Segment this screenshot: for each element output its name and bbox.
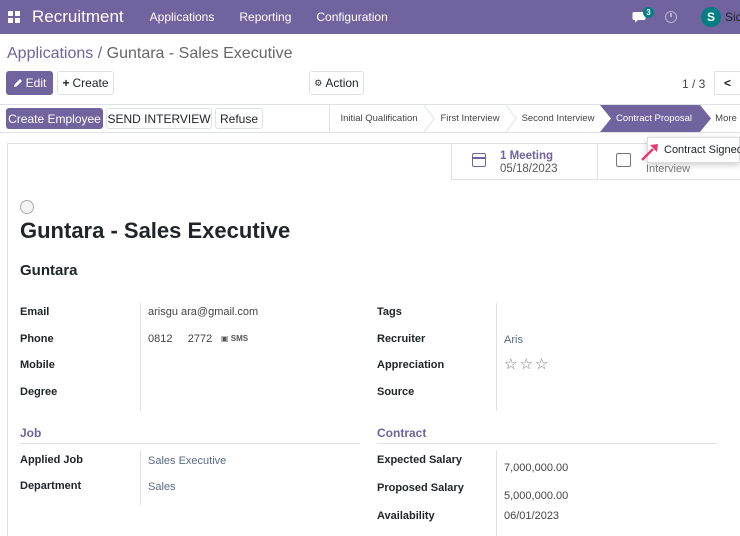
contract-section-title: Contract: [377, 426, 427, 440]
applicant-name: Guntara: [20, 262, 78, 279]
breadcrumb-parent[interactable]: Applications: [7, 45, 93, 62]
tags-label: Tags: [377, 306, 402, 318]
stage-more-dropdown[interactable]: More: [711, 105, 740, 132]
menu-reporting[interactable]: Reporting: [239, 10, 291, 24]
app-brand[interactable]: Recruitment: [32, 7, 124, 27]
stage-initial-qualification[interactable]: Initial Qualification: [330, 105, 428, 132]
send-interview-button[interactable]: SEND INTERVIEW: [106, 108, 212, 129]
action-button[interactable]: ⚙ Action: [309, 71, 364, 95]
menu-applications[interactable]: Applications: [150, 10, 215, 24]
phone-label: Phone: [20, 333, 54, 345]
stage-contract-proposal[interactable]: Contract Proposal: [608, 105, 700, 132]
action-label: Action: [325, 76, 359, 90]
sms-button[interactable]: ▣ SMS: [221, 334, 248, 343]
job-group-divider: [140, 450, 141, 505]
create-employee-button[interactable]: Create Employee: [6, 108, 103, 129]
contract-group-divider: [496, 450, 497, 536]
interview-label: Interview: [646, 163, 691, 175]
job-section-line: [20, 443, 360, 444]
recruiter-value[interactable]: Aris: [504, 334, 523, 346]
breadcrumb: Applications / Guntara - Sales Executive: [7, 45, 293, 63]
sms-label: SMS: [230, 334, 249, 343]
stage-label: More: [715, 113, 737, 124]
contract-section-line: [377, 443, 717, 444]
job-section-title: Job: [20, 426, 42, 440]
priority-radio[interactable]: [20, 200, 34, 214]
proposed-salary-label: Proposed Salary: [377, 482, 464, 494]
refuse-button[interactable]: Refuse: [215, 108, 263, 129]
mobile-icon: ▣: [221, 334, 231, 343]
pointer-arrow-icon: [641, 144, 658, 161]
breadcrumb-separator: /: [93, 45, 107, 62]
availability-value[interactable]: 06/01/2023: [504, 510, 559, 522]
menu-configuration[interactable]: Configuration: [316, 10, 387, 24]
activity-clock-icon[interactable]: [665, 11, 677, 23]
email-value[interactable]: arisgu ara@gmail.com: [148, 306, 258, 318]
refuse-label: Refuse: [219, 111, 259, 126]
phone-value[interactable]: 0812 2772: [148, 333, 212, 345]
meeting-count: 1 Meeting: [500, 150, 554, 162]
chevron-left-icon: <: [723, 76, 731, 90]
email-label: Email: [20, 306, 50, 318]
appreciation-label: Appreciation: [377, 359, 445, 371]
left-group-divider: [140, 303, 141, 411]
right-group-divider: [496, 303, 497, 411]
gear-icon: ⚙: [314, 77, 323, 88]
apps-menu-icon[interactable]: [8, 11, 20, 23]
mobile-label: Mobile: [20, 359, 55, 371]
pager-previous-button[interactable]: <: [714, 71, 740, 95]
recruiter-label: Recruiter: [377, 333, 426, 345]
meeting-date: 05/18/2023: [500, 163, 558, 175]
stage-label: First Interview: [440, 113, 500, 124]
user-avatar[interactable]: S: [701, 7, 721, 27]
department-value[interactable]: Sales: [148, 481, 176, 493]
user-name[interactable]: Sid: [725, 10, 740, 24]
top-navbar: Recruitment Applications Reporting Confi…: [0, 0, 740, 34]
stage-label: Initial Qualification: [340, 113, 418, 124]
department-label: Department: [20, 480, 82, 492]
application-title: Guntara - Sales Executive: [20, 218, 291, 243]
source-label: Source: [377, 386, 415, 398]
calendar-icon: [472, 153, 486, 167]
stage-first-interview[interactable]: First Interview: [430, 105, 510, 132]
degree-label: Degree: [20, 386, 58, 398]
pencil-icon: [13, 79, 22, 87]
create-button[interactable]: + Create: [57, 71, 114, 95]
create-label: Create: [72, 76, 109, 90]
form-sheet: 1 Meeting 05/18/2023 Interview: [7, 143, 740, 536]
stage-second-interview[interactable]: Second Interview: [514, 105, 602, 132]
applied-job-label: Applied Job: [20, 454, 83, 466]
availability-label: Availability: [377, 510, 435, 522]
proposed-salary-value[interactable]: 5,000,000.00: [504, 490, 568, 502]
expected-salary-label: Expected Salary: [377, 454, 462, 466]
chat-count-badge: 3: [643, 7, 654, 18]
breadcrumb-current: Guntara - Sales Executive: [106, 45, 293, 62]
stage-label: Contract Proposal: [615, 113, 693, 124]
edit-button[interactable]: Edit: [6, 71, 53, 95]
plus-icon: +: [62, 76, 70, 90]
meeting-smart-button[interactable]: 1 Meeting 05/18/2023: [451, 144, 598, 180]
survey-edit-icon: [616, 153, 631, 167]
send-interview-label: SEND INTERVIEW: [107, 111, 211, 126]
expected-salary-value[interactable]: 7,000,000.00: [504, 462, 568, 474]
applied-job-value[interactable]: Sales Executive: [148, 455, 226, 467]
create-employee-label: Create Employee: [8, 111, 101, 126]
edit-label: Edit: [25, 76, 47, 90]
stage-label: Second Interview: [521, 113, 595, 124]
pager-counter[interactable]: 1 / 3: [682, 77, 705, 91]
dropdown-item-contract-signed[interactable]: Contract Signed: [664, 144, 740, 156]
star-rating[interactable]: ☆☆☆: [504, 355, 550, 373]
